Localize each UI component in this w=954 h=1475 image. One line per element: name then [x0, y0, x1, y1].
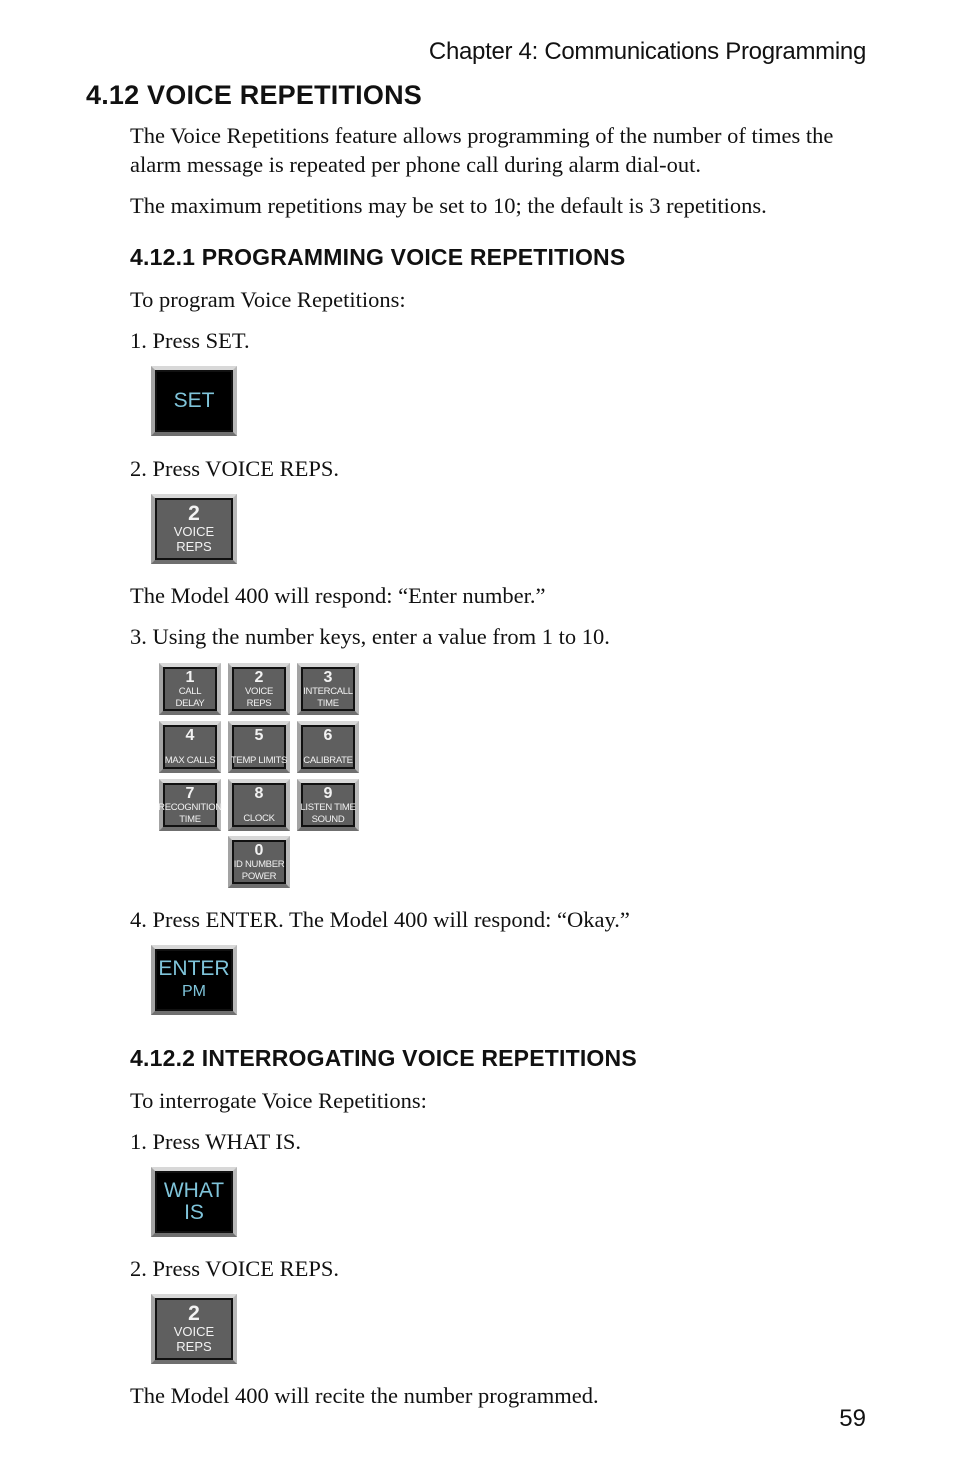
key-label-line1: VOICE — [244, 686, 274, 697]
key-label-line2: PM — [182, 983, 206, 1000]
key-label-line2: REPS — [176, 539, 212, 554]
key-label-line1: VOICE — [173, 1324, 215, 1339]
key-label-line2: DELAY — [175, 697, 205, 709]
page-number: 59 — [839, 1405, 866, 1432]
interrogating-step-1: 1. Press WHAT IS. — [130, 1129, 302, 1154]
key-label-line1: RECOGNITION — [158, 802, 222, 813]
key-number: 3 — [323, 669, 333, 686]
key-number: 1 — [185, 669, 195, 686]
key-number: 2 — [188, 1302, 200, 1325]
response-enter-number: The Model 400 will respond: “Enter numbe… — [130, 583, 546, 608]
set-key: SET — [151, 366, 237, 436]
keypad-key-7: 7 RECOGNITION TIME — [158, 779, 222, 831]
key-label-line1: TEMP LIMITS — [230, 755, 288, 766]
set-key-label: SET — [173, 389, 215, 412]
key-label-line2: POWER — [241, 870, 277, 882]
key-label-line1: VOICE — [173, 524, 215, 539]
programming-intro: To program Voice Repetitions: — [130, 287, 406, 312]
key-label-line2: SOUND — [311, 813, 345, 825]
key-number: 7 — [185, 785, 195, 802]
key-number: 2 — [254, 669, 264, 686]
key-number: 0 — [254, 842, 264, 859]
key-number: 5 — [254, 727, 264, 744]
default-paragraph: The maximum repetitions may be set to 10… — [130, 193, 767, 218]
interrogating-intro: To interrogate Voice Repetitions: — [130, 1088, 427, 1113]
keypad-key-3: 3 INTERCALL TIME — [297, 663, 359, 715]
key-label-line2: REPS — [246, 697, 272, 709]
key-number: 4 — [185, 727, 195, 744]
key-label-line1: ENTER — [158, 957, 230, 980]
chapter-header: Chapter 4: Communications Programming — [428, 38, 866, 65]
keypad-key-5: 5 TEMP LIMITS — [228, 721, 290, 773]
voice-reps-key: 2 VOICE REPS — [151, 1294, 237, 1364]
programming-step-4: 4. Press ENTER. The Model 400 will respo… — [130, 907, 630, 932]
key-label-line1: LISTEN TIME — [300, 802, 356, 813]
interrogating-heading: 4.12.2 INTERROGATING VOICE REPETITIONS — [130, 1045, 637, 1071]
key-label-line2: REPS — [176, 1339, 212, 1354]
key-number: 9 — [323, 785, 333, 802]
key-label-line2: TIME — [317, 697, 339, 709]
keypad-key-0: 0 ID NUMBER POWER — [228, 836, 290, 888]
keypad-key-1: 1 CALL DELAY — [159, 663, 221, 715]
interrogating-result: The Model 400 will recite the number pro… — [130, 1383, 599, 1408]
key-label-line1: INTERCALL — [303, 686, 353, 697]
keypad-key-6: 6 CALIBRATE — [297, 721, 359, 773]
key-number: 6 — [323, 727, 333, 744]
keypad-key-4: 4 MAX CALLS — [159, 721, 221, 773]
programming-heading: 4.12.1 PROGRAMMING VOICE REPETITIONS — [130, 244, 626, 270]
key-label-line2: IS — [184, 1201, 204, 1224]
key-label-line1: CALL — [178, 686, 202, 697]
voice-reps-key: 2 VOICE REPS — [151, 494, 237, 564]
key-number: 2 — [188, 502, 200, 525]
interrogating-step-2: 2. Press VOICE REPS. — [130, 1256, 339, 1281]
section-title: 4.12 VOICE REPETITIONS — [86, 80, 422, 110]
key-label-line1: WHAT — [163, 1179, 225, 1202]
key-label-line2: TIME — [179, 813, 201, 825]
keypad-key-8: 8 CLOCK — [228, 779, 290, 831]
keypad-key-2: 2 VOICE REPS — [228, 663, 290, 715]
programming-step-2: 2. Press VOICE REPS. — [130, 456, 339, 481]
key-label-line1: MAX CALLS — [164, 755, 216, 766]
intro-paragraph: The Voice Repetitions feature allows pro… — [130, 123, 834, 177]
enter-key: ENTER PM — [151, 945, 237, 1015]
key-label-line2: CLOCK — [243, 813, 275, 824]
programming-step-1: 1. Press SET. — [130, 328, 250, 353]
key-label-line1: ID NUMBER — [233, 859, 285, 870]
programming-step-3: 3. Using the number keys, enter a value … — [130, 624, 610, 649]
key-label-line1: CALIBRATE — [303, 755, 353, 766]
key-number: 8 — [254, 785, 264, 802]
what-is-key: WHAT IS — [151, 1167, 237, 1237]
keypad-key-9: 9 LISTEN TIME SOUND — [297, 779, 359, 831]
